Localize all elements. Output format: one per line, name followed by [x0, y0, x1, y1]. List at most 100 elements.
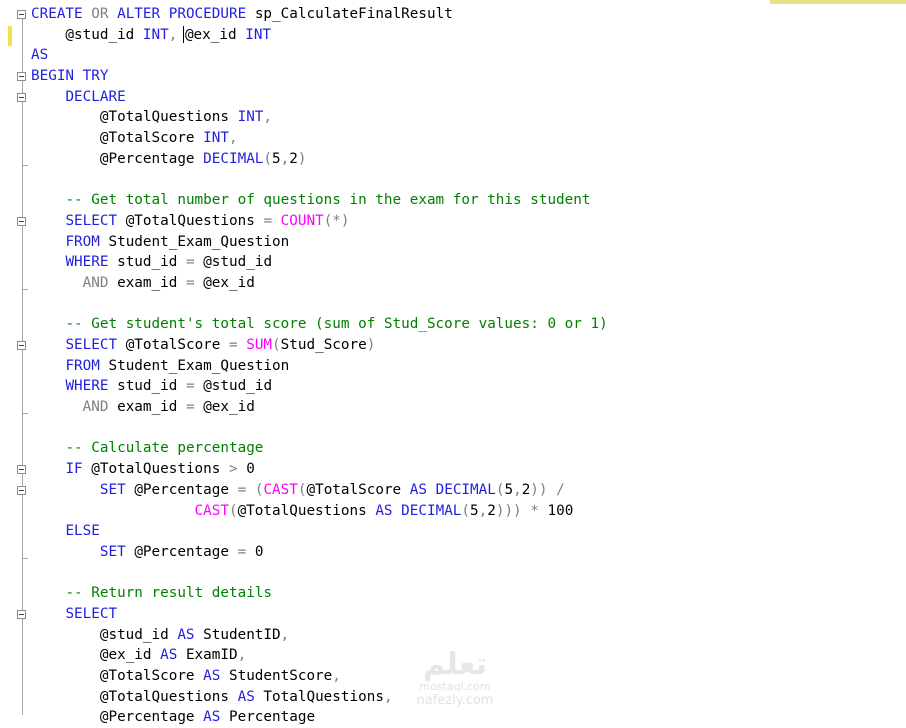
code-line[interactable]: @TotalScore INT,: [31, 128, 906, 149]
code-line[interactable]: [31, 418, 906, 439]
code-token: AND: [82, 274, 118, 291]
code-token: StudentID: [203, 626, 281, 643]
code-token: ALTER PROCEDURE: [117, 6, 255, 22]
code-line[interactable]: [31, 563, 906, 584]
code-token: AS: [237, 688, 264, 705]
code-token: sp_CalculateFinalResult: [254, 6, 453, 22]
code-token: BEGIN TRY: [31, 68, 109, 85]
code-token: IF: [65, 461, 92, 478]
code-token: 0: [246, 461, 255, 478]
code-token: AS: [160, 647, 186, 664]
code-token: @Percentage: [134, 481, 238, 498]
collapse-region-icon[interactable]: [17, 71, 26, 81]
code-line[interactable]: @stud_id AS StudentID,: [31, 625, 906, 646]
code-line[interactable]: [31, 294, 906, 315]
code-token: DECLARE: [65, 88, 126, 105]
code-token: @Percentage: [134, 543, 238, 560]
collapse-region-icon[interactable]: [17, 341, 26, 351]
code-line[interactable]: BEGIN TRY: [31, 66, 906, 87]
code-token: @ex_id: [203, 274, 255, 291]
collapse-region-icon[interactable]: [17, 610, 26, 620]
code-token: @TotalScore: [31, 668, 204, 684]
code-token: FROM: [65, 357, 109, 374]
code-token: ,: [280, 626, 290, 643]
code-token: =: [185, 399, 204, 416]
code-line[interactable]: -- Get student's total score (sum of Stu…: [31, 314, 906, 335]
code-line[interactable]: SET @Percentage = (CAST(@TotalScore AS D…: [31, 480, 906, 501]
code-token: ,: [513, 481, 522, 498]
code-token: AND: [82, 399, 118, 416]
code-line[interactable]: -- Calculate percentage: [31, 438, 906, 459]
code-line[interactable]: AND exam_id = @ex_id: [31, 397, 906, 418]
code-line[interactable]: -- Get total number of questions in the …: [31, 190, 906, 211]
code-token: INT: [245, 26, 272, 43]
code-token: 2: [521, 481, 531, 498]
collapse-region-icon[interactable]: [17, 485, 26, 495]
code-token: AS DECIMAL: [375, 502, 462, 519]
code-line[interactable]: WHERE stud_id = @stud_id: [31, 252, 906, 273]
code-line[interactable]: DECLARE: [31, 87, 906, 108]
code-line[interactable]: SELECT @TotalScore = SUM(Stud_Score): [31, 335, 906, 356]
code-token: WHERE: [65, 254, 118, 271]
code-token: 5: [470, 502, 479, 519]
code-token: ExamID: [185, 647, 238, 664]
code-line[interactable]: AND exam_id = @ex_id: [31, 273, 906, 294]
code-line[interactable]: FROM Student_Exam_Question: [31, 356, 906, 377]
code-line[interactable]: SET @Percentage = 0: [31, 542, 906, 563]
code-line[interactable]: @Percentage DECIMAL(5,2): [31, 149, 906, 170]
code-token: =: [237, 543, 255, 560]
code-token: ,: [478, 502, 488, 519]
watermark-line-1: mostaql.com: [419, 680, 491, 693]
code-token: INT: [203, 130, 229, 147]
sql-editor[interactable]: CREATE OR ALTER PROCEDURE sp_CalculateFi…: [0, 0, 906, 725]
code-token: ,: [383, 688, 393, 705]
code-token: @stud_id: [203, 254, 273, 271]
code-token: Percentage: [228, 709, 316, 726]
code-token: DECIMAL: [203, 150, 264, 167]
code-token: =: [185, 254, 204, 271]
code-area[interactable]: CREATE OR ALTER PROCEDURE sp_CalculateFi…: [31, 4, 906, 728]
code-token: AS: [203, 709, 229, 726]
code-token: ,: [332, 668, 341, 684]
code-token: SELECT: [65, 605, 118, 622]
editor-gutter: [0, 0, 30, 715]
code-line[interactable]: SELECT: [31, 604, 906, 625]
code-line[interactable]: CAST(@TotalQuestions AS DECIMAL(5,2))) *…: [31, 501, 906, 522]
code-line[interactable]: @TotalQuestions INT,: [31, 107, 906, 128]
code-line[interactable]: ELSE: [31, 521, 906, 542]
code-line[interactable]: AS: [31, 45, 906, 66]
collapse-region-icon[interactable]: [17, 9, 26, 19]
code-token: StudentScore: [228, 668, 333, 684]
collapse-region-icon[interactable]: [17, 465, 26, 475]
code-token: -- Calculate percentage: [65, 440, 264, 457]
code-token: SET: [99, 481, 135, 498]
code-token: @TotalQuestions: [31, 109, 238, 126]
code-line[interactable]: WHERE stud_id = @stud_id: [31, 376, 906, 397]
code-token: ,: [263, 109, 273, 126]
code-token: SELECT: [65, 212, 126, 229]
code-line[interactable]: [31, 170, 906, 191]
code-line[interactable]: -- Return result details: [31, 583, 906, 604]
code-token: @TotalScore: [306, 481, 410, 498]
code-line[interactable]: FROM Student_Exam_Question: [31, 232, 906, 253]
change-indicator-bar: [8, 26, 12, 46]
collapse-region-icon[interactable]: [17, 216, 26, 226]
code-token: Student_Exam_Question: [108, 233, 290, 250]
code-line[interactable]: IF @TotalQuestions > 0: [31, 459, 906, 480]
watermark-logo: تعلم mostaql.com nafezly.com: [395, 648, 515, 714]
code-token: exam_id: [117, 399, 186, 416]
collapse-region-icon[interactable]: [17, 92, 26, 102]
code-line[interactable]: @stud_id INT, @ex_id INT: [31, 25, 906, 46]
code-token: ELSE: [65, 523, 100, 540]
code-token: =: [185, 378, 204, 395]
code-line[interactable]: SELECT @TotalQuestions = COUNT(*): [31, 211, 906, 232]
code-token: INT: [142, 26, 169, 43]
code-line[interactable]: CREATE OR ALTER PROCEDURE sp_CalculateFi…: [31, 4, 906, 25]
code-token: stud_id: [117, 254, 186, 271]
